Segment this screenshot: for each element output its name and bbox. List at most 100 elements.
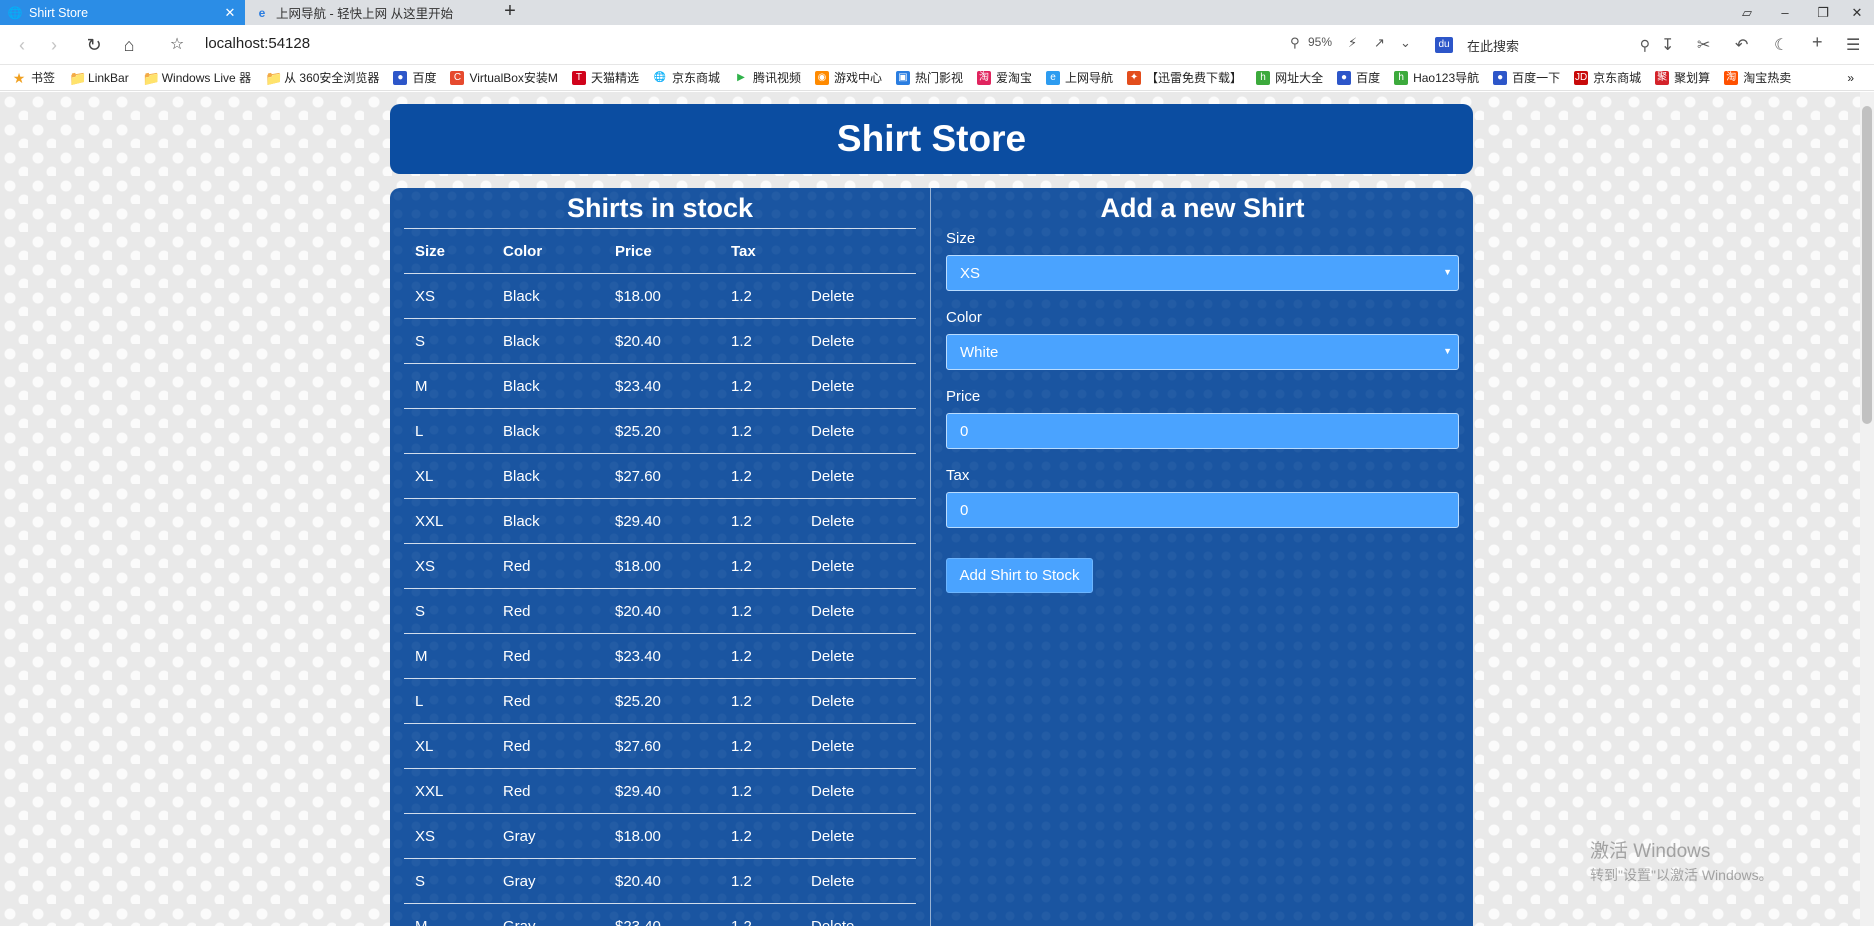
add-shirt-button[interactable]: Add Shirt to Stock: [946, 558, 1093, 593]
address-bar[interactable]: localhost:54128: [205, 35, 310, 52]
tab-navigation[interactable]: e 上网导航 - 轻快上网 从这里开始: [247, 0, 487, 25]
close-window-button[interactable]: ✕: [1838, 0, 1874, 25]
table-row: XXL Red $29.40 1.2 Delete: [404, 768, 916, 814]
cell-color: Red: [492, 543, 604, 589]
add-icon[interactable]: +: [1812, 32, 1823, 53]
delete-link[interactable]: Delete: [800, 588, 916, 634]
reload-icon[interactable]: ↻: [82, 33, 106, 57]
tax-label: Tax: [946, 467, 970, 484]
cell-tax: 1.2: [720, 543, 800, 589]
bookmark-star-icon[interactable]: ☆: [165, 33, 189, 57]
bookmark-item[interactable]: ▶ 腾讯视频: [734, 69, 801, 86]
bookmark-item[interactable]: h Hao123导航: [1394, 69, 1479, 86]
cell-size: L: [404, 678, 492, 724]
zoom-icon[interactable]: ⚲: [1290, 35, 1300, 51]
bookmark-item[interactable]: ★ 书签: [12, 69, 55, 86]
delete-link[interactable]: Delete: [800, 813, 916, 859]
bookmark-item[interactable]: h 网址大全: [1256, 69, 1323, 86]
menu-icon[interactable]: ☰: [1846, 35, 1860, 55]
delete-link[interactable]: Delete: [800, 768, 916, 814]
bookmark-item[interactable]: e 上网导航: [1046, 69, 1113, 86]
tv-icon: ▣: [896, 70, 910, 85]
cell-price: $25.20: [604, 678, 720, 724]
close-icon[interactable]: ✕: [223, 5, 237, 21]
bookmark-item[interactable]: 📁 LinkBar: [69, 71, 129, 85]
baidu-engine-icon[interactable]: du: [1435, 37, 1453, 53]
bookmark-item[interactable]: C VirtualBox安装M: [450, 69, 558, 86]
table-row: M Red $23.40 1.2 Delete: [404, 633, 916, 679]
watermark-line1: 激活 Windows: [1590, 841, 1711, 862]
nav-bar: ‹ › ↻ ⌂ ☆ localhost:54128 ⚲ 95% ⚡ ↗ ⌄ du…: [0, 25, 1874, 65]
new-tab-button[interactable]: +: [498, 0, 522, 25]
minimize-button[interactable]: –: [1766, 0, 1804, 25]
zoom-level[interactable]: 95%: [1308, 35, 1332, 49]
tax-input[interactable]: 0: [946, 492, 1459, 528]
color-label: Color: [946, 309, 982, 326]
bookmark-item[interactable]: ● 百度一下: [1493, 69, 1560, 86]
delete-link[interactable]: Delete: [800, 453, 916, 499]
undo-icon[interactable]: ↶: [1735, 35, 1748, 55]
folder-icon: 📁: [265, 69, 283, 86]
delete-link[interactable]: Delete: [800, 273, 916, 319]
price-label: Price: [946, 388, 981, 405]
price-input[interactable]: 0: [946, 413, 1459, 449]
cell-size: XS: [404, 543, 492, 589]
share-icon[interactable]: ↗: [1374, 35, 1385, 51]
bookmark-item[interactable]: ● 百度: [393, 69, 436, 86]
bookmark-item[interactable]: 📁 从 360安全浏览器: [265, 69, 379, 86]
cell-size: S: [404, 858, 492, 904]
play-icon: ▶: [737, 71, 745, 83]
restore-button[interactable]: ❐: [1804, 0, 1842, 25]
scrollbar-thumb[interactable]: [1862, 106, 1872, 424]
cell-tax: 1.2: [720, 903, 800, 926]
delete-link[interactable]: Delete: [800, 363, 916, 409]
delete-link[interactable]: Delete: [800, 543, 916, 589]
delete-link[interactable]: Delete: [800, 318, 916, 364]
forward-icon[interactable]: ›: [42, 33, 66, 57]
delete-link[interactable]: Delete: [800, 903, 916, 926]
chevron-down-icon: ▼: [1443, 346, 1452, 356]
search-box[interactable]: du 在此搜索 ⚲: [1435, 33, 1650, 57]
globe-icon: 🌐: [653, 71, 667, 83]
more-bookmarks-icon[interactable]: »: [1847, 71, 1854, 85]
add-shirt-form: Add a new Shirt Size XS ▼ Color White ▼ …: [946, 188, 1459, 593]
bookmark-item[interactable]: T 天猫精选: [571, 69, 639, 86]
bookmark-item[interactable]: JD 京东商城: [1574, 69, 1641, 86]
download-icon[interactable]: ↧: [1661, 35, 1674, 55]
scissors-icon[interactable]: ✂: [1697, 35, 1710, 55]
page-title: Shirt Store: [836, 118, 1027, 159]
delete-link[interactable]: Delete: [800, 723, 916, 769]
delete-link[interactable]: Delete: [800, 633, 916, 679]
bookmark-item[interactable]: 淘淘宝热卖: [1724, 69, 1791, 86]
e-icon: e: [1046, 70, 1061, 85]
bookmark-item[interactable]: 📁 Windows Live 器: [143, 69, 251, 86]
page-scrollbar[interactable]: [1860, 92, 1874, 926]
cell-price: $25.20: [604, 408, 720, 454]
search-placeholder: 在此搜索: [1467, 38, 1520, 54]
bookmark-item[interactable]: ● 百度: [1337, 69, 1380, 86]
shirt-icon[interactable]: ▱: [1728, 0, 1766, 25]
color-select[interactable]: White ▼: [946, 334, 1459, 370]
back-icon[interactable]: ‹: [10, 33, 34, 57]
delete-link[interactable]: Delete: [800, 408, 916, 454]
bookmark-item[interactable]: ✦ 【迅雷免费下载】: [1127, 69, 1242, 86]
ju-icon: 聚: [1655, 70, 1670, 85]
bolt-icon[interactable]: ⚡: [1348, 35, 1357, 51]
chevron-down-icon[interactable]: ⌄: [1400, 35, 1411, 51]
bookmark-item[interactable]: ◉ 游戏中心: [814, 69, 882, 86]
size-select[interactable]: XS ▼: [946, 255, 1459, 291]
bookmark-item[interactable]: 聚聚划算: [1655, 69, 1710, 86]
search-icon[interactable]: ⚲: [1640, 37, 1650, 54]
delete-link[interactable]: Delete: [800, 678, 916, 724]
delete-link[interactable]: Delete: [800, 498, 916, 544]
bookmark-item[interactable]: 淘爱淘宝: [977, 69, 1032, 86]
tab-shirt-store[interactable]: 🌐 Shirt Store ✕: [0, 0, 245, 25]
bookmark-item[interactable]: ▣ 热门影视: [896, 69, 963, 86]
star-icon: ★: [12, 69, 26, 86]
panel-divider: [930, 188, 931, 926]
cell-size: L: [404, 408, 492, 454]
moon-icon[interactable]: ☾: [1774, 35, 1788, 55]
home-icon[interactable]: ⌂: [117, 33, 141, 57]
bookmark-item[interactable]: 🌐 京东商城: [653, 69, 720, 86]
delete-link[interactable]: Delete: [800, 858, 916, 904]
